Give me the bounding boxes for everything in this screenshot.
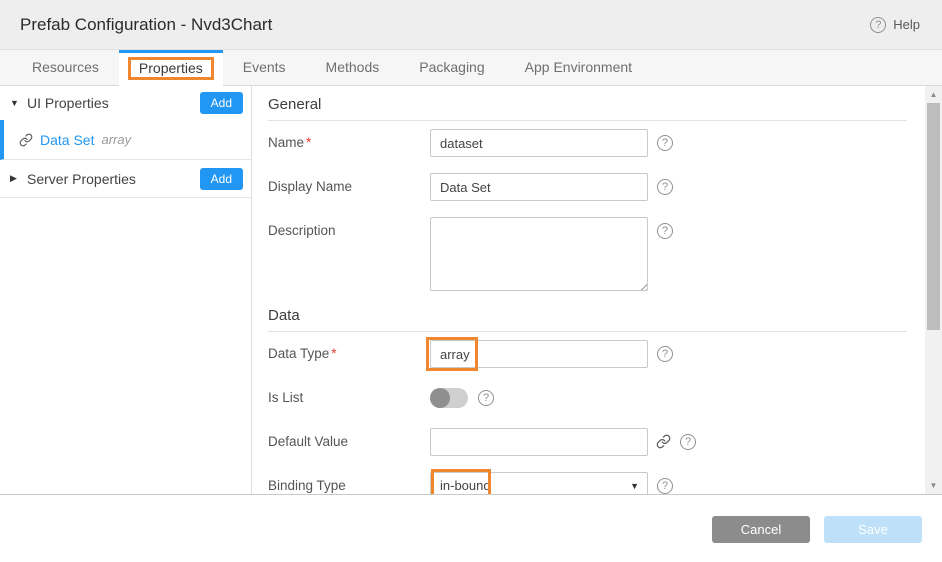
description-row: Description ?	[268, 217, 907, 291]
chevron-right-icon: ▶	[10, 173, 27, 184]
is-list-row: Is List ?	[268, 384, 907, 412]
binding-type-value: in-bound	[440, 478, 491, 493]
properties-sidebar: ▼ UI Properties Add Data Set array ▶ Ser…	[0, 86, 252, 494]
help-button[interactable]: ? Help	[870, 17, 920, 33]
server-properties-group-header[interactable]: ▶ Server Properties Add	[0, 160, 251, 198]
help-circle-icon[interactable]: ?	[657, 135, 673, 151]
page-title: Prefab Configuration - Nvd3Chart	[20, 15, 272, 35]
scroll-up-arrow-icon[interactable]: ▲	[925, 87, 942, 102]
section-title-data: Data	[268, 307, 907, 332]
prefab-configuration-dialog: Prefab Configuration - Nvd3Chart ? Help …	[0, 0, 942, 562]
server-properties-label: Server Properties	[27, 171, 200, 187]
ui-properties-label: UI Properties	[27, 95, 200, 111]
is-list-label: Is List	[268, 384, 430, 412]
display-name-row: Display Name ?	[268, 173, 907, 201]
required-asterisk: *	[331, 346, 336, 361]
help-circle-icon[interactable]: ?	[657, 179, 673, 195]
display-name-input[interactable]	[430, 173, 648, 201]
bind-link-icon	[19, 133, 33, 147]
scrollbar-thumb[interactable]	[927, 103, 940, 330]
binding-type-row: Binding Type in-bound ▼ ?	[268, 472, 907, 494]
description-textarea[interactable]	[430, 217, 648, 291]
toggle-knob	[430, 388, 450, 408]
tab-packaging[interactable]: Packaging	[399, 50, 504, 85]
name-input[interactable]	[430, 129, 648, 157]
ui-properties-group-header[interactable]: ▼ UI Properties Add	[0, 86, 251, 120]
data-type-row: Data Type* ?	[268, 340, 907, 368]
save-button[interactable]: Save	[824, 516, 922, 543]
tab-app-environment[interactable]: App Environment	[505, 50, 652, 85]
dialog-header: Prefab Configuration - Nvd3Chart ? Help	[0, 0, 942, 50]
vertical-scrollbar[interactable]: ▲ ▼	[925, 86, 942, 494]
dialog-footer: Cancel Save	[0, 494, 942, 562]
binding-type-select[interactable]: in-bound ▼	[430, 472, 648, 494]
cancel-button[interactable]: Cancel	[712, 516, 810, 543]
help-circle-icon[interactable]: ?	[680, 434, 696, 450]
tab-events[interactable]: Events	[223, 50, 306, 85]
tab-properties[interactable]: Properties	[119, 50, 223, 86]
help-circle-icon[interactable]: ?	[657, 346, 673, 362]
name-label: Name*	[268, 129, 430, 157]
help-circle-icon[interactable]: ?	[657, 223, 673, 239]
binding-type-label: Binding Type	[268, 472, 430, 494]
add-ui-property-button[interactable]: Add	[200, 92, 243, 114]
tab-resources[interactable]: Resources	[12, 50, 119, 85]
name-row: Name* ?	[268, 129, 907, 157]
property-form: General Name* ? Display Name ? Descripti	[252, 86, 925, 494]
sidebar-item-dataset[interactable]: Data Set array	[0, 120, 251, 160]
tab-bar: Resources Properties Events Methods Pack…	[0, 50, 942, 86]
property-name: Data Set	[40, 132, 94, 148]
help-circle-icon[interactable]: ?	[478, 390, 494, 406]
dialog-body: ▼ UI Properties Add Data Set array ▶ Ser…	[0, 86, 942, 494]
tab-methods[interactable]: Methods	[306, 50, 400, 85]
help-circle-icon[interactable]: ?	[657, 478, 673, 494]
data-type-input[interactable]	[430, 340, 648, 368]
dropdown-caret-icon: ▼	[630, 473, 639, 494]
data-type-label: Data Type*	[268, 340, 430, 368]
bind-link-icon[interactable]	[656, 434, 671, 449]
description-label: Description	[268, 217, 430, 291]
is-list-toggle[interactable]	[430, 388, 468, 408]
default-value-row: Default Value ?	[268, 428, 907, 456]
required-asterisk: *	[306, 135, 311, 150]
property-type: array	[101, 132, 131, 147]
scroll-down-arrow-icon[interactable]: ▼	[925, 478, 942, 493]
help-circle-icon: ?	[870, 17, 886, 33]
display-name-label: Display Name	[268, 173, 430, 201]
section-title-general: General	[268, 96, 907, 121]
add-server-property-button[interactable]: Add	[200, 168, 243, 190]
help-label: Help	[893, 17, 920, 32]
default-value-label: Default Value	[268, 428, 430, 456]
default-value-input[interactable]	[430, 428, 648, 456]
chevron-down-icon: ▼	[10, 98, 27, 108]
